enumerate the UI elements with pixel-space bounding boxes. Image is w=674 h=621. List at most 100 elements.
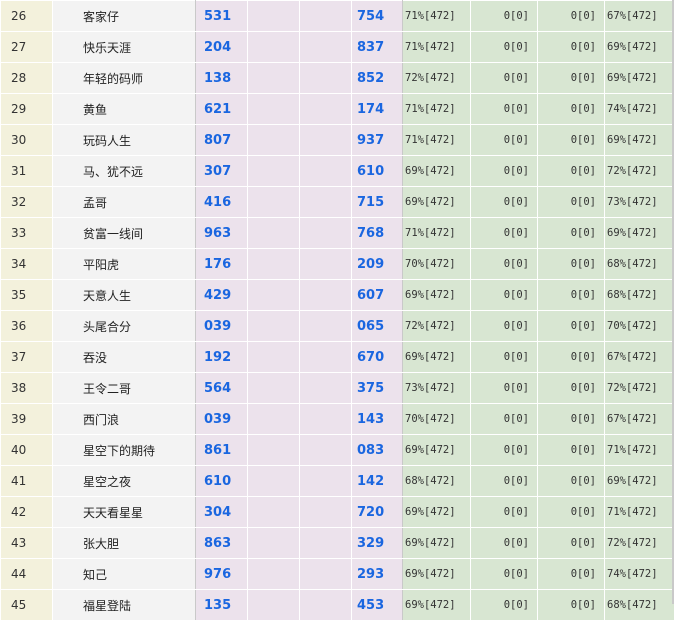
row-rate-3: 0[0]: [538, 1, 605, 32]
row-empty-2: [300, 280, 352, 311]
row-value-1: 610: [196, 466, 248, 497]
row-value-2: 837: [352, 32, 403, 63]
row-value-2: 607: [352, 280, 403, 311]
ranking-table: 26客家仔53175471%[472]0[0]0[0]67%[472]27快乐天…: [0, 0, 674, 621]
row-name: 知己: [53, 559, 196, 590]
row-value-2: 715: [352, 187, 403, 218]
row-value-2: 293: [352, 559, 403, 590]
row-name: 黄鱼: [53, 94, 196, 125]
row-empty-2: [300, 187, 352, 218]
row-rate-2: 0[0]: [471, 528, 538, 559]
row-rate-4: 68%[472]: [605, 590, 674, 621]
row-rate-3: 0[0]: [538, 280, 605, 311]
row-empty-2: [300, 373, 352, 404]
row-name: 贫富一线间: [53, 218, 196, 249]
row-number: 29: [1, 94, 53, 125]
row-value-1: 416: [196, 187, 248, 218]
table-row: 43张大胆86332969%[472]0[0]0[0]72%[472]: [1, 528, 674, 559]
row-empty-2: [300, 559, 352, 590]
row-number: 28: [1, 63, 53, 94]
row-number: 33: [1, 218, 53, 249]
row-rate-3: 0[0]: [538, 32, 605, 63]
row-rate-1: 69%[472]: [403, 528, 471, 559]
row-number: 37: [1, 342, 53, 373]
row-rate-3: 0[0]: [538, 342, 605, 373]
row-rate-2: 0[0]: [471, 590, 538, 621]
table-row: 38王令二哥56437573%[472]0[0]0[0]72%[472]: [1, 373, 674, 404]
row-rate-2: 0[0]: [471, 156, 538, 187]
row-rate-3: 0[0]: [538, 187, 605, 218]
row-rate-1: 68%[472]: [403, 466, 471, 497]
row-rate-1: 69%[472]: [403, 280, 471, 311]
row-rate-2: 0[0]: [471, 125, 538, 156]
row-rate-3: 0[0]: [538, 63, 605, 94]
row-rate-3: 0[0]: [538, 125, 605, 156]
row-value-2: 329: [352, 528, 403, 559]
row-value-1: 039: [196, 311, 248, 342]
row-value-1: 531: [196, 1, 248, 32]
row-number: 30: [1, 125, 53, 156]
row-rate-3: 0[0]: [538, 156, 605, 187]
row-rate-3: 0[0]: [538, 373, 605, 404]
row-value-1: 621: [196, 94, 248, 125]
row-number: 27: [1, 32, 53, 63]
row-empty-1: [248, 125, 300, 156]
row-rate-3: 0[0]: [538, 528, 605, 559]
table-row: 45福星登陆13545369%[472]0[0]0[0]68%[472]: [1, 590, 674, 621]
row-rate-4: 72%[472]: [605, 528, 674, 559]
row-empty-2: [300, 590, 352, 621]
row-rate-4: 71%[472]: [605, 497, 674, 528]
row-empty-1: [248, 404, 300, 435]
row-rate-1: 72%[472]: [403, 63, 471, 94]
table-row: 26客家仔53175471%[472]0[0]0[0]67%[472]: [1, 1, 674, 32]
row-rate-3: 0[0]: [538, 218, 605, 249]
row-value-2: 610: [352, 156, 403, 187]
row-empty-2: [300, 466, 352, 497]
row-empty-1: [248, 63, 300, 94]
row-rate-4: 72%[472]: [605, 373, 674, 404]
row-name: 孟哥: [53, 187, 196, 218]
row-empty-2: [300, 125, 352, 156]
row-value-2: 937: [352, 125, 403, 156]
row-value-2: 754: [352, 1, 403, 32]
row-empty-1: [248, 1, 300, 32]
row-rate-1: 70%[472]: [403, 404, 471, 435]
row-empty-2: [300, 497, 352, 528]
row-name: 年轻的码师: [53, 63, 196, 94]
row-number: 31: [1, 156, 53, 187]
row-value-2: 083: [352, 435, 403, 466]
row-name: 客家仔: [53, 1, 196, 32]
row-rate-4: 71%[472]: [605, 435, 674, 466]
row-rate-3: 0[0]: [538, 590, 605, 621]
row-rate-2: 0[0]: [471, 94, 538, 125]
table-row: 41星空之夜61014268%[472]0[0]0[0]69%[472]: [1, 466, 674, 497]
row-value-2: 453: [352, 590, 403, 621]
row-rate-1: 71%[472]: [403, 94, 471, 125]
row-rate-3: 0[0]: [538, 466, 605, 497]
row-rate-4: 74%[472]: [605, 559, 674, 590]
row-value-1: 135: [196, 590, 248, 621]
row-number: 32: [1, 187, 53, 218]
row-number: 44: [1, 559, 53, 590]
row-rate-4: 67%[472]: [605, 1, 674, 32]
row-number: 39: [1, 404, 53, 435]
row-name: 王令二哥: [53, 373, 196, 404]
row-value-1: 861: [196, 435, 248, 466]
row-name: 天意人生: [53, 280, 196, 311]
table-row: 34平阳虎17620970%[472]0[0]0[0]68%[472]: [1, 249, 674, 280]
row-rate-3: 0[0]: [538, 94, 605, 125]
row-empty-1: [248, 280, 300, 311]
row-rate-4: 69%[472]: [605, 466, 674, 497]
row-value-2: 143: [352, 404, 403, 435]
row-empty-1: [248, 218, 300, 249]
row-empty-1: [248, 466, 300, 497]
row-value-1: 976: [196, 559, 248, 590]
row-number: 45: [1, 590, 53, 621]
row-rate-4: 73%[472]: [605, 187, 674, 218]
row-rate-1: 69%[472]: [403, 559, 471, 590]
table-row: 44知己97629369%[472]0[0]0[0]74%[472]: [1, 559, 674, 590]
row-name: 西门浪: [53, 404, 196, 435]
row-rate-4: 70%[472]: [605, 311, 674, 342]
row-rate-1: 71%[472]: [403, 1, 471, 32]
row-rate-2: 0[0]: [471, 1, 538, 32]
